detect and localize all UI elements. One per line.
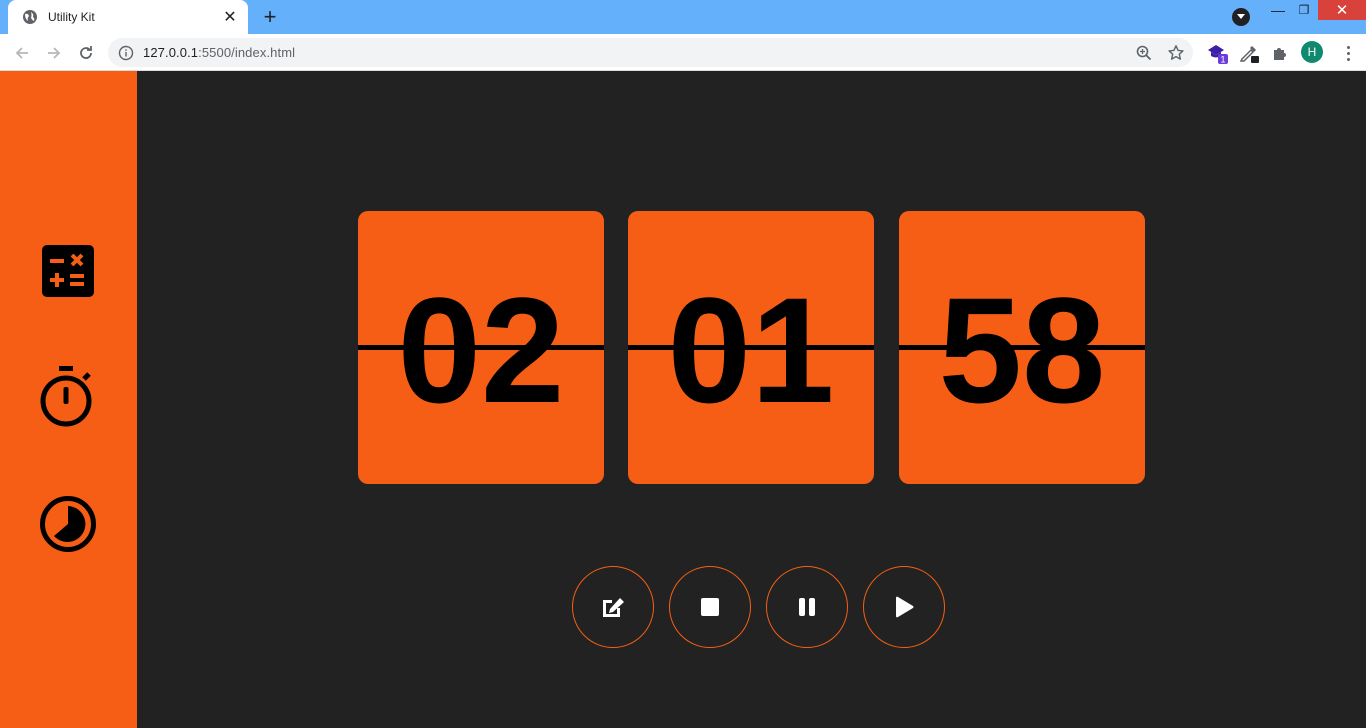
tab-title: Utility Kit bbox=[48, 10, 95, 24]
url-text: 127.0.0.1:5500/index.html bbox=[143, 45, 295, 60]
arrow-left-icon bbox=[15, 47, 28, 59]
browser-menu-icon[interactable] bbox=[1338, 42, 1358, 64]
back-button[interactable] bbox=[8, 39, 36, 67]
timer-panel: 02 01 58 bbox=[137, 71, 1366, 728]
app-sidebar bbox=[0, 71, 137, 728]
globe-icon bbox=[23, 10, 37, 24]
url-host: 127.0.0.1 bbox=[143, 45, 199, 60]
seconds-card: 58 bbox=[899, 211, 1145, 484]
star-icon[interactable] bbox=[1167, 44, 1185, 62]
tab-search-icon[interactable] bbox=[1232, 8, 1250, 26]
play-icon bbox=[896, 596, 914, 618]
browser-toolbar: 127.0.0.1:5500/index.html 1 H bbox=[0, 34, 1366, 71]
maximize-button[interactable]: ❐ bbox=[1290, 0, 1318, 20]
extensions-puzzle-icon[interactable] bbox=[1269, 42, 1291, 64]
tab-close-icon[interactable]: ✕ bbox=[216, 3, 244, 31]
browser-tab[interactable]: Utility Kit ✕ bbox=[8, 0, 248, 34]
reload-icon bbox=[80, 46, 92, 59]
pause-button[interactable] bbox=[766, 566, 848, 648]
pause-icon bbox=[799, 598, 815, 616]
sidebar-item-timer[interactable] bbox=[38, 494, 98, 554]
extension-badge: 1 bbox=[1220, 55, 1225, 65]
menu-dot bbox=[1346, 45, 1350, 49]
stop-button[interactable] bbox=[669, 566, 751, 648]
play-button[interactable] bbox=[863, 566, 945, 648]
timer-icon bbox=[40, 496, 96, 552]
sidebar-item-stopwatch[interactable] bbox=[38, 366, 98, 427]
extension-eyedropper-icon[interactable] bbox=[1238, 42, 1260, 64]
reload-button[interactable] bbox=[72, 39, 100, 67]
edit-icon bbox=[603, 598, 624, 617]
browser-tabbar: Utility Kit ✕ + — ❐ ✕ bbox=[0, 0, 1366, 34]
hours-card: 02 bbox=[358, 211, 604, 484]
address-bar[interactable]: 127.0.0.1:5500/index.html bbox=[108, 38, 1193, 67]
arrow-right-icon bbox=[48, 47, 61, 59]
stopwatch-icon bbox=[40, 366, 92, 427]
flip-divider bbox=[899, 345, 1145, 350]
minimize-button[interactable]: — bbox=[1264, 0, 1292, 20]
stop-icon bbox=[701, 598, 719, 616]
sidebar-item-calculator[interactable] bbox=[38, 241, 98, 301]
calculator-icon bbox=[42, 245, 94, 297]
flip-divider bbox=[628, 345, 874, 350]
new-tab-button[interactable]: + bbox=[256, 4, 284, 30]
info-icon[interactable] bbox=[118, 45, 134, 61]
profile-avatar[interactable]: H bbox=[1301, 41, 1323, 63]
menu-dot bbox=[1346, 51, 1350, 55]
url-path: :5500/index.html bbox=[198, 45, 296, 60]
edit-button[interactable] bbox=[572, 566, 654, 648]
close-window-button[interactable]: ✕ bbox=[1318, 0, 1366, 20]
zoom-icon[interactable] bbox=[1135, 44, 1153, 62]
forward-button[interactable] bbox=[40, 39, 68, 67]
menu-dot bbox=[1346, 57, 1350, 61]
flip-divider bbox=[358, 345, 604, 350]
extension-graduation-icon[interactable]: 1 bbox=[1206, 42, 1228, 64]
minutes-card: 01 bbox=[628, 211, 874, 484]
